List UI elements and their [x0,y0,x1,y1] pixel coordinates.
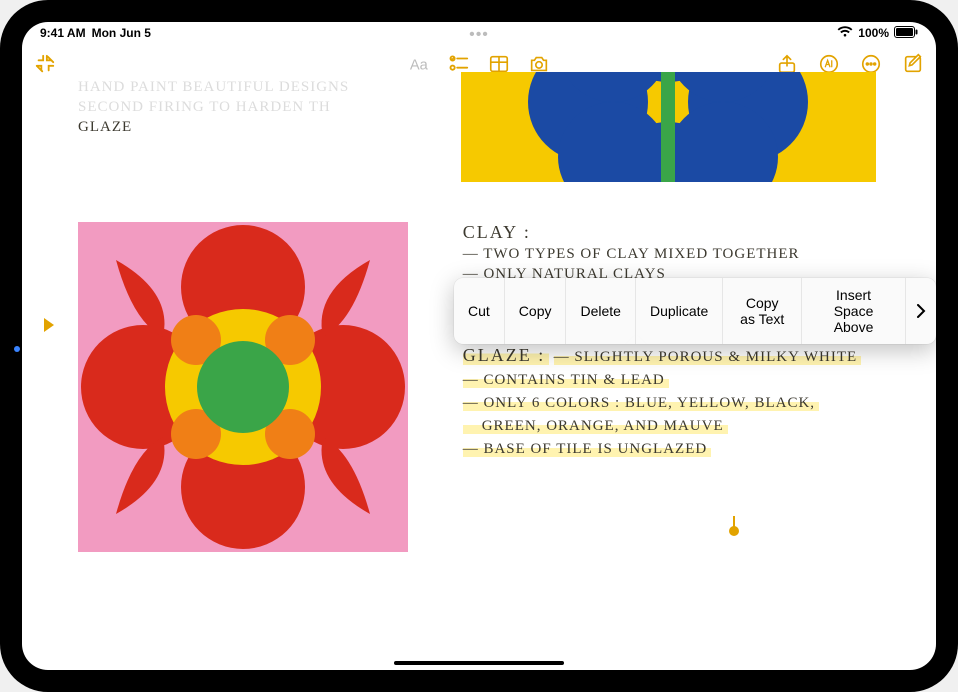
menu-duplicate[interactable]: Duplicate [636,278,723,344]
multitasking-ellipsis-icon[interactable]: ••• [469,26,489,44]
glaze-title: GLAZE : [463,345,549,366]
insertion-handle-icon[interactable] [729,516,739,536]
ipad-frame: 9:41 AM Mon Jun 5 100% ••• [0,0,958,692]
right-column: CLAY : — TWO TYPES OF CLAY MIXED TOGETHE… [461,72,936,670]
glaze-line-5: — BASE OF TILE IS UNGLAZED [463,441,711,458]
screen: 9:41 AM Mon Jun 5 100% ••• [22,22,936,670]
status-time: 9:41 AM [40,26,86,40]
selection-context-menu: Cut Copy Delete Duplicate Copy as Text I… [454,278,936,344]
faded-line-2: SECOND FIRING TO HARDEN TH [78,99,349,116]
clay-line-1: — TWO TYPES OF CLAY MIXED TOGETHER [463,246,800,263]
menu-copy[interactable]: Copy [505,278,567,344]
top-left-faded-notes: HAND PAINT BEAUTIFUL DESIGNS SECOND FIRI… [78,76,349,139]
glaze-line-4: GREEN, ORANGE, AND MAUVE [463,418,728,435]
note-content: HAND PAINT BEAUTIFUL DESIGNS SECOND FIRI… [22,72,936,670]
menu-more-arrow-icon[interactable] [906,278,936,344]
status-left: 9:41 AM Mon Jun 5 [40,26,151,40]
frame-indicator-dot [14,346,20,352]
status-date: Mon Jun 5 [92,26,151,40]
faded-line-3: GLAZE [78,119,349,136]
menu-copy-as-text[interactable]: Copy as Text [723,278,802,344]
battery-icon [894,26,918,41]
glaze-notes-block[interactable]: GLAZE : — SLIGHTLY POROUS & MILKY WHITE … [463,342,936,461]
menu-cut[interactable]: Cut [454,278,505,344]
clay-notes-block[interactable]: CLAY : — TWO TYPES OF CLAY MIXED TOGETHE… [463,222,800,286]
left-column: HAND PAINT BEAUTIFUL DESIGNS SECOND FIRI… [22,72,461,670]
home-indicator[interactable] [394,661,564,665]
wifi-icon [837,26,853,41]
faded-line-1: HAND PAINT BEAUTIFUL DESIGNS [78,79,349,96]
battery-percent: 100% [858,26,889,40]
glaze-line-3: — ONLY 6 COLORS : BLUE, YELLOW, BLACK, [463,395,819,412]
menu-insert-space-above[interactable]: Insert Space Above [802,278,906,344]
top-tile-drawing-partial[interactable] [461,72,876,182]
glaze-line-1: — SLIGHTLY POROUS & MILKY WHITE [554,349,862,366]
clay-title: CLAY : [463,222,800,243]
flower-tile-drawing[interactable] [78,222,408,552]
menu-delete[interactable]: Delete [566,278,635,344]
glaze-line-2: — CONTAINS TIN & LEAD [463,372,669,389]
status-right: 100% [837,26,918,41]
